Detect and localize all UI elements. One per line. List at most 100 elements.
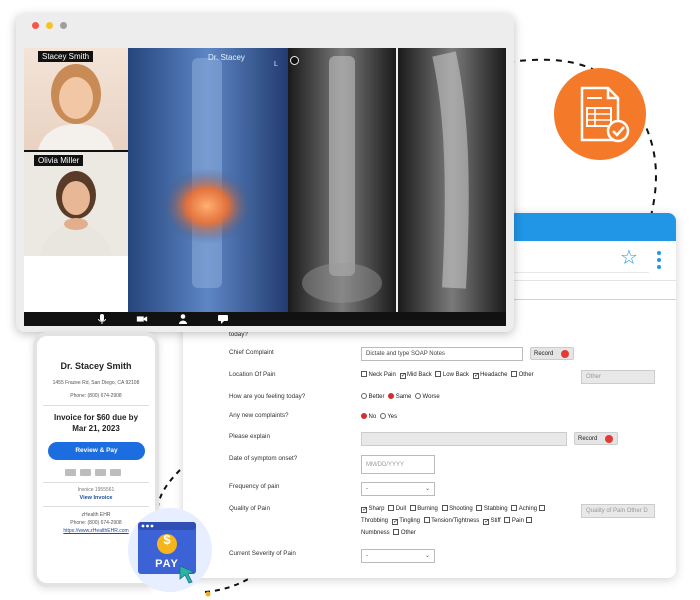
- label-symptom-onset: Date of symptom onset?: [229, 455, 298, 462]
- option-shooting[interactable]: Shooting: [441, 503, 473, 515]
- person-icon[interactable]: [177, 313, 189, 325]
- document-check-icon: [580, 86, 630, 143]
- quality-options-line1: ✓Sharp Dull Burning Shooting Stabbing Ac…: [361, 503, 548, 515]
- video-feed-graphics: [24, 48, 506, 312]
- view-invoice-link[interactable]: View Invoice: [37, 495, 155, 501]
- quality-other-input[interactable]: Quality of Pain Other D: [581, 504, 655, 518]
- spine-xray-highlight: [128, 48, 288, 312]
- participant-name-tag: Stacey Smith: [38, 51, 94, 62]
- divider: [43, 405, 149, 406]
- divider: [43, 482, 149, 483]
- label-quality-of-pain: Quality of Pain: [229, 505, 270, 512]
- record-button-explain[interactable]: Record: [574, 432, 618, 445]
- option-no[interactable]: No: [361, 411, 376, 423]
- window-maximize-dot[interactable]: [60, 22, 67, 29]
- option-dull[interactable]: Dull: [388, 503, 406, 515]
- record-label: Record: [578, 435, 598, 442]
- checkbox-icon: [476, 505, 483, 511]
- option-yes[interactable]: Yes: [379, 411, 397, 423]
- option-sharp[interactable]: ✓Sharp: [361, 503, 385, 515]
- checkbox-icon: [538, 505, 545, 511]
- option-stabbing[interactable]: Stabbing: [476, 503, 508, 515]
- quality-options-line2: Throbbing ✓Tingling Tension/Tightness ✓S…: [361, 515, 535, 527]
- checkbox-checked-icon: ✓: [482, 519, 490, 525]
- microphone-icon[interactable]: [96, 313, 108, 325]
- clinic-address: 1455 Frazee Rd, San Diego, CA 92108: [52, 380, 140, 386]
- complaint-options: No Yes: [361, 411, 399, 423]
- chevron-down-icon: ⌄: [424, 486, 430, 492]
- checkbox-icon: [423, 517, 430, 523]
- radio-icon: [379, 413, 386, 419]
- checkbox-icon: [504, 517, 511, 523]
- label-feeling-today: How are you feeling today?: [229, 393, 306, 400]
- option-stiff[interactable]: ✓Stiff: [482, 515, 501, 527]
- mastercard-icon: [80, 469, 91, 476]
- label-frequency: Frequency of pain: [229, 483, 280, 490]
- frequency-value: -: [366, 486, 368, 492]
- invoice-due-date: Mar 21, 2023: [72, 424, 120, 433]
- option-throbbing[interactable]: Throbbing: [361, 515, 388, 527]
- explain-input[interactable]: [361, 432, 567, 446]
- checkbox-checked-icon: ✓: [361, 507, 368, 513]
- option-mid-back[interactable]: ✓Mid Back: [399, 369, 432, 381]
- quality-options-line3: Numbness Other: [361, 527, 418, 539]
- radio-selected-icon: [361, 413, 367, 419]
- onset-date-input[interactable]: MM/DD/YYYY: [361, 455, 435, 474]
- label-new-complaints: Any new complaints?: [229, 412, 289, 419]
- clinic-phone: Phone: (800) 674-2908: [70, 393, 122, 399]
- record-dot-icon: [605, 435, 613, 443]
- video-content: Stacey Smith Olivia Miller Dr. Stacey L: [24, 48, 506, 326]
- invoice-doctor-name: Dr. Stacey Smith: [60, 361, 132, 371]
- record-label: Record: [534, 350, 554, 357]
- chevron-down-icon: ⌄: [424, 553, 430, 559]
- severity-select[interactable]: - ⌄: [361, 549, 435, 563]
- checkbox-icon: [525, 517, 532, 523]
- record-button-complaint[interactable]: Record: [530, 347, 574, 360]
- option-same[interactable]: Same: [388, 391, 411, 403]
- option-other[interactable]: Other: [511, 369, 534, 381]
- expand-icon[interactable]: [290, 56, 299, 65]
- option-neck-pain[interactable]: Neck Pain: [361, 369, 396, 381]
- camera-icon[interactable]: [136, 313, 148, 325]
- spine-xray-front: [288, 48, 396, 312]
- checkbox-icon: [435, 371, 442, 377]
- option-tingling[interactable]: ✓Tingling: [391, 515, 420, 527]
- chat-icon[interactable]: [217, 313, 229, 325]
- composite-stage: ☆ today? Chief Complaint Dictate and typ…: [0, 0, 700, 600]
- option-aching[interactable]: Aching: [511, 503, 546, 515]
- checkbox-icon: [388, 505, 395, 511]
- spine-xray-side: [398, 48, 506, 312]
- option-low-back[interactable]: Low Back: [435, 369, 469, 381]
- location-other-input[interactable]: Other: [581, 370, 655, 384]
- option-headache[interactable]: ✓Headache: [472, 369, 507, 381]
- severity-value: -: [366, 553, 368, 559]
- checkbox-icon: [393, 529, 400, 535]
- option-worse[interactable]: Worse: [415, 391, 440, 403]
- review-pay-button[interactable]: Review & Pay: [48, 442, 145, 460]
- invoice-summary: Invoice for $60 due by: [53, 413, 139, 422]
- divider: [43, 506, 149, 507]
- option-burning[interactable]: Burning: [409, 503, 438, 515]
- document-check-badge: [554, 68, 646, 160]
- coin-symbol: $: [163, 532, 171, 547]
- participant-tile-stacey: [24, 48, 128, 150]
- chief-complaint-input[interactable]: Dictate and type SOAP Notes: [361, 347, 523, 361]
- option-numbness[interactable]: Numbness: [361, 527, 390, 539]
- participant-name-tag: Olivia Miller: [34, 155, 84, 166]
- pay-window-icon: [138, 522, 196, 584]
- option-quality-other[interactable]: Other: [393, 527, 416, 539]
- option-tension[interactable]: Tension/Tightness: [423, 515, 479, 527]
- option-better[interactable]: Better: [361, 391, 385, 403]
- window-minimize-dot[interactable]: [46, 22, 53, 29]
- visa-icon: [65, 469, 76, 476]
- call-toolbar: [24, 312, 506, 326]
- frequency-select[interactable]: - ⌄: [361, 482, 435, 496]
- pay-label: PAY: [155, 558, 179, 570]
- label-current-severity: Current Severity of Pain: [229, 550, 296, 557]
- checkbox-icon: [511, 371, 518, 377]
- option-pain[interactable]: Pain: [504, 515, 533, 527]
- pay-badge: $ PAY: [128, 508, 212, 592]
- radio-icon: [415, 393, 422, 399]
- window-close-dot[interactable]: [32, 22, 39, 29]
- checkbox-icon: [361, 371, 367, 377]
